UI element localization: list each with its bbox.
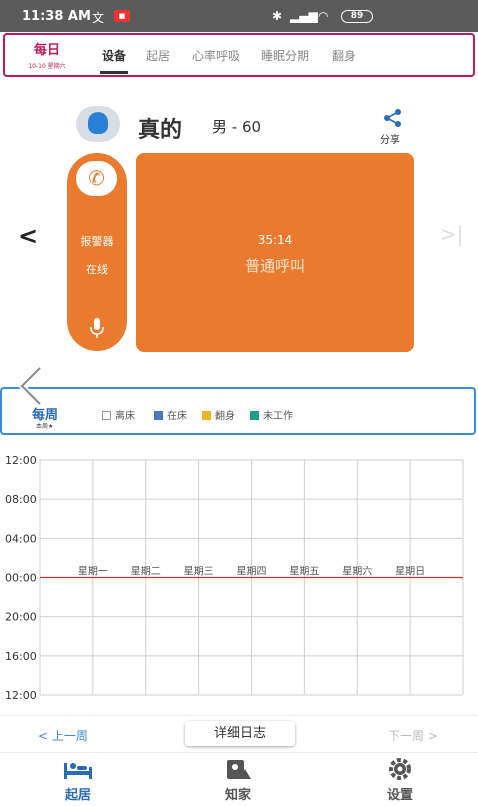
y-tick-label: 00:00: [5, 572, 37, 585]
call-status-card[interactable]: 35:14 普通呼叫: [136, 153, 414, 352]
week-navigation: < 上一周 详细日志 下一周 >: [0, 715, 478, 751]
legend-item: 在床: [154, 407, 187, 422]
weekly-subtitle: 本周★: [36, 423, 54, 430]
back-chevron-icon[interactable]: [18, 364, 44, 408]
prev-week-button[interactable]: < 上一周: [38, 727, 88, 744]
gear-icon: [389, 758, 411, 780]
wifi-icon: ◠: [318, 9, 329, 23]
tab-daily[interactable]: 每日 10-10 星期六: [17, 39, 77, 70]
microphone-icon[interactable]: [89, 317, 105, 339]
y-tick-label: 20:00: [5, 611, 37, 624]
bottom-nav-daily-life[interactable]: 起居: [48, 757, 108, 803]
weekly-header: 每周 本周★ 离床 在床 翻身 未工作: [0, 387, 476, 435]
legend-swatch-off-bed: [102, 411, 111, 420]
share-icon[interactable]: [382, 108, 404, 128]
next-week-button[interactable]: 下一周 >: [388, 727, 438, 744]
app-notification-icon: ■: [114, 10, 130, 22]
legend-label: 在床: [167, 411, 187, 422]
home-icon: [227, 760, 251, 779]
tab-bar: 每日 10-10 星期六 设备 起居 心率呼吸 睡眠分期 翻身: [3, 33, 475, 77]
y-tick-label: 12:00: [5, 689, 37, 702]
y-tick-label: 04:00: [5, 532, 37, 545]
x-category-label: 星期四: [237, 566, 267, 578]
phone-call-icon[interactable]: ✆: [76, 161, 117, 196]
bottom-nav-label: 起居: [64, 788, 91, 803]
avatar-person-icon: [88, 112, 108, 134]
alarm-device-pill[interactable]: ✆ 报警器 在线: [67, 153, 127, 351]
prev-device-chevron-icon[interactable]: <: [18, 222, 38, 250]
status-time: 11:38 AM: [22, 9, 91, 24]
legend-label: 离床: [115, 411, 135, 422]
daily-label: 每日: [33, 43, 60, 58]
y-tick-label: 08:00: [5, 493, 37, 506]
translate-icon: 文: [92, 11, 105, 25]
sleep-icon: [64, 763, 92, 779]
weekly-chart-svg: 12:00 08:00 04:00 00:00 20:00 16:00 12:00 星期一 星期…: [5, 454, 464, 702]
share-label[interactable]: 分享: [380, 131, 400, 146]
legend-item: 离床: [102, 407, 135, 422]
tab-device[interactable]: 设备: [102, 47, 126, 64]
x-category-label: 星期三: [184, 566, 214, 578]
user-name: 真的: [138, 118, 183, 143]
bottom-navigation: 起居 知家 设置: [0, 752, 478, 806]
legend-item: 未工作: [250, 407, 293, 422]
alarm-status-label: 在线: [86, 263, 108, 276]
weekly-chart: 12:00 08:00 04:00 00:00 20:00 16:00 12:00 星期一 星期…: [0, 450, 478, 705]
call-timer: 35:14: [257, 233, 293, 247]
bottom-nav-label: 知家: [224, 788, 251, 803]
bluetooth-icon: ✱: [272, 9, 283, 23]
legend-label: 未工作: [263, 411, 293, 422]
alarm-device-label: 报警器: [80, 235, 114, 248]
tab-turn-over[interactable]: 翻身: [332, 47, 356, 64]
battery-icon: 89: [341, 10, 373, 23]
tab-daily-life[interactable]: 起居: [146, 47, 170, 64]
avatar[interactable]: [76, 106, 120, 142]
tab-heart-breath[interactable]: 心率呼吸: [192, 47, 240, 64]
legend-label: 翻身: [215, 411, 235, 422]
bottom-nav-home[interactable]: 知家: [208, 757, 268, 803]
x-category-label: 星期一: [78, 566, 108, 578]
tab-sleep-stage[interactable]: 睡眠分期: [261, 47, 309, 64]
signal-icon: ▂▄▆: [290, 9, 318, 23]
call-type: 普通呼叫: [244, 257, 305, 275]
daily-date: 10-10 星期六: [28, 63, 66, 70]
x-category-label: 星期五: [289, 566, 319, 578]
status-bar: 11:38 AM 文 ■ ✱ ▂▄▆ ◠ 89: [0, 0, 478, 32]
bottom-nav-label: 设置: [386, 788, 413, 803]
app-screen: 11:38 AM 文 ■ ✱ ▂▄▆ ◠ 89 每日 10-10 星期六 设备 …: [0, 0, 478, 806]
detail-log-button[interactable]: 详细日志: [185, 721, 295, 746]
x-category-label: 星期日: [395, 566, 425, 578]
legend-swatch-in-bed: [154, 411, 163, 420]
user-info: 男 - 60: [212, 118, 262, 136]
bottom-nav-settings[interactable]: 设置: [370, 757, 430, 803]
legend-swatch-not-working: [250, 411, 259, 420]
legend-item: 翻身: [202, 407, 235, 422]
next-device-chevron-icon[interactable]: >|: [440, 222, 464, 246]
x-category-label: 星期六: [342, 566, 372, 578]
active-tab-indicator: [100, 71, 128, 74]
y-tick-label: 12:00: [5, 454, 37, 467]
legend-swatch-turn-over: [202, 411, 211, 420]
x-category-label: 星期二: [131, 566, 161, 578]
y-tick-label: 16:00: [5, 650, 37, 663]
